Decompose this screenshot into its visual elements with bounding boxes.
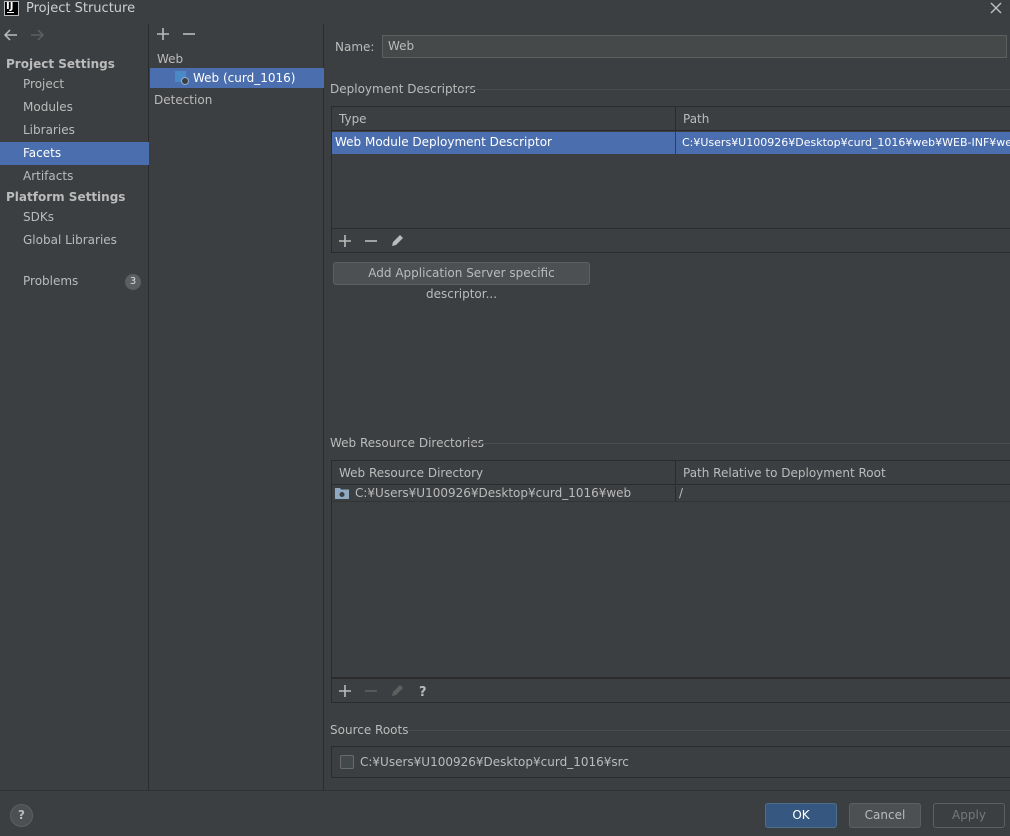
back-arrow-icon[interactable] xyxy=(3,28,19,42)
help-question-icon[interactable]: ? xyxy=(415,683,431,699)
apply-button[interactable]: Apply xyxy=(933,803,1005,828)
forward-arrow-icon[interactable] xyxy=(29,28,45,42)
facet-item-web[interactable]: Web (curd_1016) xyxy=(150,68,324,88)
sidebar-item-modules[interactable]: Modules xyxy=(0,96,149,119)
relative-path-cell: / xyxy=(679,486,684,500)
sidebar-item-global-libraries[interactable]: Global Libraries xyxy=(0,229,149,252)
name-label: Name: xyxy=(335,40,375,54)
table-row[interactable]: Web Module Deployment Descriptor C:¥User… xyxy=(332,132,1010,154)
deployment-descriptors-table[interactable]: Type Path Web Module Deployment Descript… xyxy=(331,106,1010,229)
problems-count-badge: 3 xyxy=(125,274,141,290)
descriptor-path-cell: C:¥Users¥U100926¥Desktop¥curd_1016¥web¥W… xyxy=(682,136,1010,149)
sidebar-item-libraries[interactable]: Libraries xyxy=(0,119,149,142)
facets-tree-panel: Web Web (curd_1016) Detection xyxy=(150,24,324,790)
source-roots-title: Source Roots xyxy=(330,723,409,737)
remove-icon[interactable] xyxy=(363,233,379,249)
facet-item-label: Web (curd_1016) xyxy=(193,71,296,85)
add-icon[interactable] xyxy=(155,26,171,42)
source-root-path: C:¥Users¥U100926¥Desktop¥curd_1016¥src xyxy=(360,755,629,769)
intellij-logo-icon: IJ xyxy=(4,1,19,16)
sidebar-item-sdks[interactable]: SDKs xyxy=(0,206,149,229)
detection-item[interactable]: Detection xyxy=(154,93,212,107)
facet-group-web[interactable]: Web xyxy=(157,52,183,66)
edit-pencil-icon xyxy=(392,685,403,696)
table-header: Web Resource Directory Path Relative to … xyxy=(332,461,1010,485)
web-facet-icon xyxy=(175,71,189,85)
remove-icon[interactable] xyxy=(181,26,197,42)
close-icon[interactable] xyxy=(988,0,1004,16)
name-input[interactable]: Web xyxy=(382,35,1007,58)
web-folder-icon xyxy=(335,488,349,499)
edit-pencil-icon[interactable] xyxy=(389,233,405,249)
project-settings-heading: Project Settings xyxy=(6,57,115,71)
window-title: Project Structure xyxy=(26,1,136,16)
divider xyxy=(462,89,1010,90)
column-header-directory[interactable]: Web Resource Directory xyxy=(332,461,675,485)
table-row[interactable]: C:¥Users¥U100926¥Desktop¥curd_1016¥web / xyxy=(332,486,1010,502)
web-resource-table[interactable]: Web Resource Directory Path Relative to … xyxy=(331,460,1010,678)
table-header: Type Path xyxy=(332,107,1010,131)
source-roots-list: C:¥Users¥U100926¥Desktop¥curd_1016¥src xyxy=(331,746,1010,778)
column-header-type[interactable]: Type xyxy=(332,107,675,131)
descriptor-type-cell: Web Module Deployment Descriptor xyxy=(335,135,552,149)
svg-text:?: ? xyxy=(419,685,427,699)
deployment-descriptors-title: Deployment Descriptors xyxy=(330,82,476,96)
resources-toolbar: ? xyxy=(331,678,1010,703)
facet-settings-panel: Name: Web Deployment Descriptors Type Pa… xyxy=(325,24,1010,790)
descriptors-toolbar xyxy=(331,228,1010,253)
sidebar-item-facets[interactable]: Facets xyxy=(0,142,149,165)
platform-settings-heading: Platform Settings xyxy=(6,190,126,204)
column-header-path[interactable]: Path xyxy=(676,107,1010,131)
remove-icon xyxy=(365,690,377,692)
sidebar-item-project[interactable]: Project xyxy=(0,73,149,96)
add-server-descriptor-button[interactable]: Add Application Server specific descript… xyxy=(333,262,590,301)
sidebar: Project Settings Project Modules Librari… xyxy=(0,24,149,790)
add-icon[interactable] xyxy=(337,233,353,249)
resource-directory-cell: C:¥Users¥U100926¥Desktop¥curd_1016¥web xyxy=(355,486,632,500)
divider xyxy=(407,730,1010,731)
cancel-button[interactable]: Cancel xyxy=(849,803,921,828)
dialog-button-bar: ? OK Cancel Apply xyxy=(0,790,1010,836)
column-header-relative-path[interactable]: Path Relative to Deployment Root xyxy=(676,461,1010,485)
help-button[interactable]: ? xyxy=(10,804,33,827)
ok-button[interactable]: OK xyxy=(765,803,837,828)
divider xyxy=(469,443,1010,444)
title-bar: IJ Project Structure xyxy=(0,0,1010,18)
add-icon[interactable] xyxy=(337,683,353,699)
web-resource-directories-title: Web Resource Directories xyxy=(330,436,484,450)
source-root-checkbox[interactable] xyxy=(340,755,354,769)
sidebar-item-artifacts[interactable]: Artifacts xyxy=(0,165,149,188)
